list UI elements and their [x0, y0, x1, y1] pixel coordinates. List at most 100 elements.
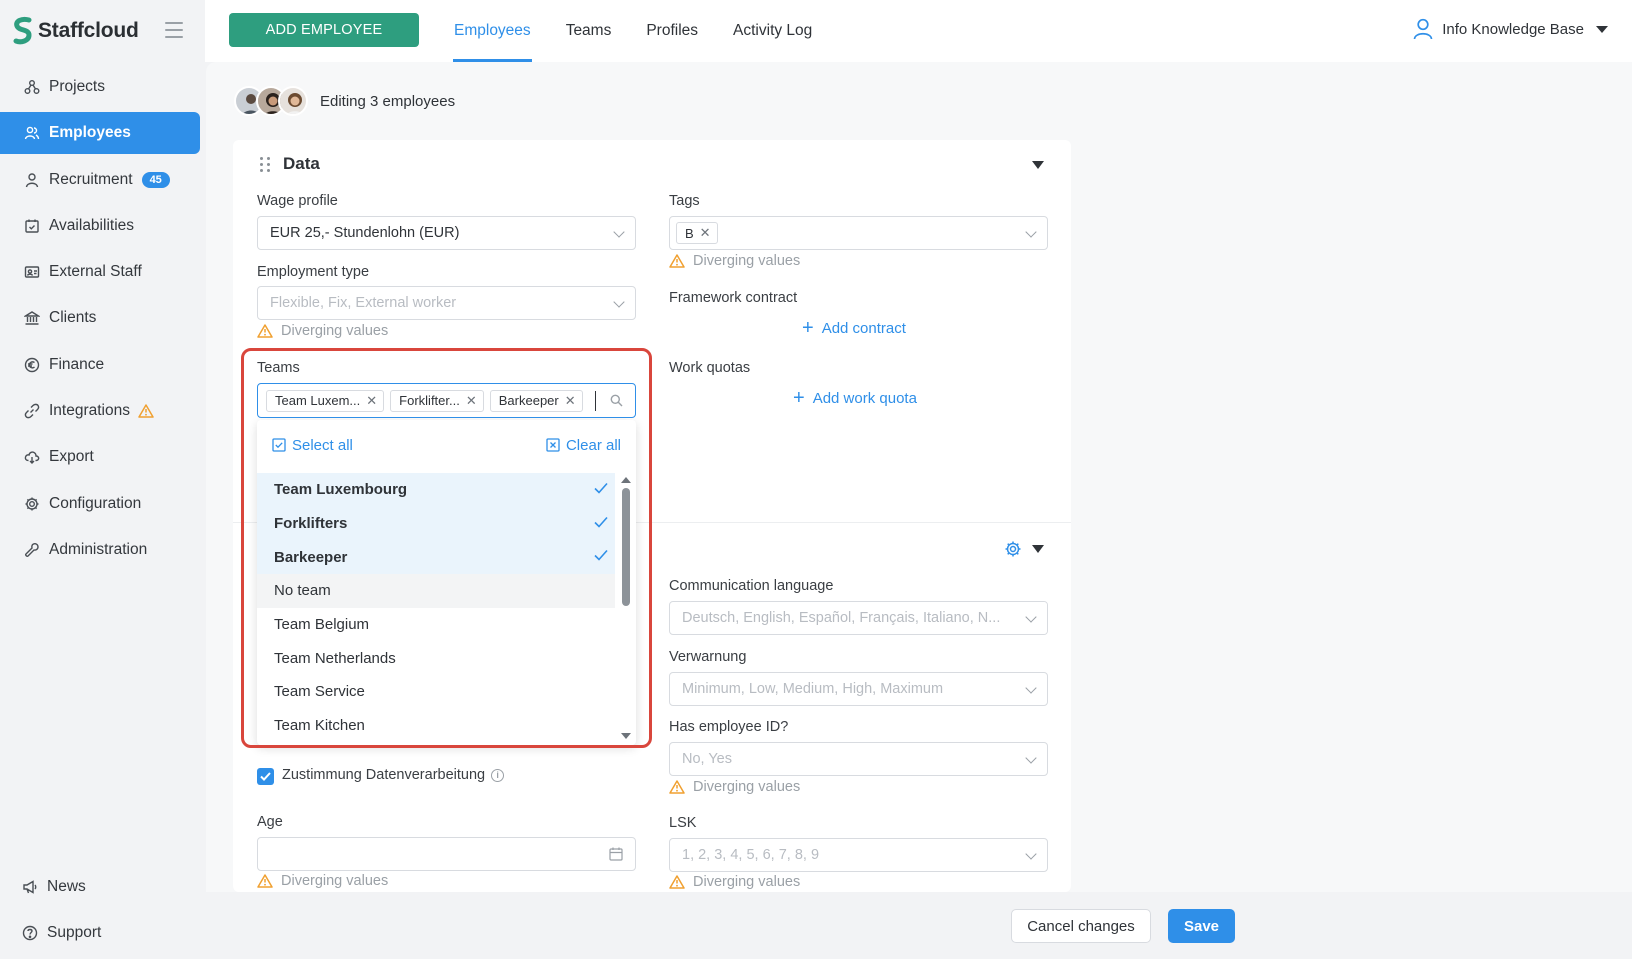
age-date-input[interactable]: [257, 837, 636, 871]
consent-checkbox[interactable]: [257, 768, 274, 785]
tag-chip: B ✕: [676, 222, 718, 244]
team-option-luxembourg[interactable]: Team Luxembourg: [257, 473, 615, 507]
teams-label: Teams: [257, 360, 300, 376]
id-card-icon: [24, 264, 40, 280]
teams-multiselect[interactable]: Team Luxem... ✕ Forklifter... ✕ Barkeeper ✕: [257, 383, 636, 418]
avatar: [278, 86, 308, 116]
employment-type-placeholder: Flexible, Fix, External worker: [270, 295, 457, 311]
tab-profiles[interactable]: Profiles: [645, 0, 699, 62]
team-option-forklifters[interactable]: Forklifters: [257, 506, 615, 541]
sidebar-item-news[interactable]: News: [0, 866, 205, 908]
warning-text: Diverging values: [693, 253, 801, 269]
finance-icon: [24, 357, 40, 373]
collapse-section-icon[interactable]: [1032, 545, 1044, 553]
sidebar-item-clients[interactable]: Clients: [0, 297, 205, 339]
warning-text: Diverging values: [281, 323, 389, 339]
dropdown-scrollbar[interactable]: [615, 473, 636, 745]
sidebar-item-label: Support: [47, 924, 102, 942]
calendar-check-icon: [24, 218, 40, 234]
sidebar-item-label: Configuration: [49, 494, 142, 512]
team-option-netherlands[interactable]: Team Netherlands: [257, 641, 615, 675]
tags-multiselect[interactable]: B ✕: [669, 216, 1048, 250]
sidebar-item-finance[interactable]: Finance: [0, 344, 205, 386]
option-label: Team Luxembourg: [274, 481, 408, 499]
recruitment-count-badge: 45: [141, 171, 170, 188]
section-settings-gear-icon[interactable]: [1004, 540, 1022, 558]
add-employee-button[interactable]: ADD EMPLOYEE: [229, 13, 419, 47]
clear-all-label: Clear all: [565, 436, 621, 454]
tab-employees[interactable]: Employees: [453, 0, 532, 62]
bank-icon: [24, 310, 40, 326]
sidebar-item-label: Export: [49, 448, 94, 466]
add-work-quota-label: Add work quota: [812, 389, 917, 407]
framework-contract-label: Framework contract: [669, 290, 798, 306]
scroll-down-icon[interactable]: [621, 733, 631, 739]
team-option-barkeeper[interactable]: Barkeeper: [257, 540, 615, 575]
option-label: Team Belgium: [274, 616, 370, 634]
remove-chip-icon[interactable]: ✕: [366, 393, 377, 409]
team-option-kitchen[interactable]: Team Kitchen: [257, 709, 615, 743]
chevron-down-icon: [1025, 752, 1037, 764]
wage-profile-select[interactable]: EUR 25,- Stundenlohn (EUR): [257, 216, 636, 250]
tab-activity-log[interactable]: Activity Log: [732, 0, 813, 62]
editing-text: Editing 3 employees: [320, 92, 456, 110]
add-contract-button[interactable]: + Add contract: [802, 318, 906, 338]
sidebar-item-label: Availabilities: [49, 216, 135, 234]
team-option-no-team[interactable]: No team: [257, 574, 615, 608]
scrollbar-thumb[interactable]: [622, 488, 630, 606]
sidebar-item-external-staff[interactable]: External Staff: [0, 251, 205, 293]
info-icon[interactable]: i: [491, 768, 505, 782]
chevron-down-icon: [613, 296, 625, 308]
section-title-data: Data: [260, 154, 320, 174]
cancel-changes-button[interactable]: Cancel changes: [1011, 909, 1151, 943]
sidebar: Staffcloud Projects Employees Recruitmen…: [0, 0, 205, 959]
verwarnung-select[interactable]: Minimum, Low, Medium, High, Maximum: [669, 672, 1048, 706]
plus-icon: +: [802, 317, 814, 339]
team-option-belgium[interactable]: Team Belgium: [257, 608, 615, 642]
sidebar-item-administration[interactable]: Administration: [0, 529, 205, 571]
check-icon: [260, 772, 271, 781]
remove-chip-icon[interactable]: ✕: [466, 393, 477, 409]
sidebar-item-support[interactable]: Support: [0, 912, 205, 954]
save-button[interactable]: Save: [1168, 909, 1235, 943]
communication-language-select[interactable]: Deutsch, English, Español, Français, Ita…: [669, 601, 1048, 635]
sidebar-item-availabilities[interactable]: Availabilities: [0, 205, 205, 247]
option-label: Forklifters: [274, 515, 348, 533]
remove-chip-icon[interactable]: ✕: [700, 225, 711, 241]
drag-handle-icon[interactable]: [260, 157, 272, 172]
gear-icon: [24, 496, 40, 512]
team-chip: Forklifter... ✕: [390, 389, 484, 412]
user-menu[interactable]: Info Knowledge Base: [1413, 18, 1608, 40]
sidebar-item-recruitment[interactable]: Recruitment 45: [0, 159, 205, 201]
sidebar-item-label: News: [47, 878, 86, 895]
sidebar-item-integrations[interactable]: Integrations: [0, 390, 205, 432]
select-all-button[interactable]: Select all: [272, 437, 353, 454]
sidebar-item-configuration[interactable]: Configuration: [0, 483, 205, 525]
has-employee-id-warning: Diverging values: [669, 779, 800, 795]
footer-bar: [206, 892, 1632, 959]
collapse-data-section-icon[interactable]: [1032, 161, 1044, 169]
sidebar-item-export[interactable]: Export: [0, 436, 205, 478]
menu-toggle-icon[interactable]: [165, 22, 183, 38]
scroll-up-icon[interactable]: [621, 477, 631, 483]
warning-text: Diverging values: [281, 873, 389, 889]
lsk-select[interactable]: 1, 2, 3, 4, 5, 6, 7, 8, 9: [669, 838, 1048, 872]
option-label: Team Service: [274, 683, 365, 701]
add-work-quota-button[interactable]: + Add work quota: [793, 388, 917, 408]
recruitment-icon: [24, 172, 40, 188]
team-option-service[interactable]: Team Service: [257, 675, 615, 709]
add-contract-label: Add contract: [821, 319, 906, 337]
staffcloud-logo[interactable]: Staffcloud: [12, 16, 139, 46]
communication-language-label: Communication language: [669, 578, 834, 594]
tab-teams[interactable]: Teams: [565, 0, 613, 62]
employment-type-select[interactable]: Flexible, Fix, External worker: [257, 286, 636, 320]
option-label: Team Kitchen: [274, 717, 365, 735]
chevron-down-icon: [1025, 682, 1037, 694]
sidebar-item-employees[interactable]: Employees: [0, 112, 200, 155]
has-employee-id-select[interactable]: No, Yes: [669, 742, 1048, 776]
sidebar-item-projects[interactable]: Projects: [0, 66, 205, 108]
clear-all-button[interactable]: Clear all: [546, 437, 621, 454]
remove-chip-icon[interactable]: ✕: [565, 393, 576, 409]
sidebar-item-label: Employees: [49, 124, 131, 142]
wage-profile-value: EUR 25,- Stundenlohn (EUR): [270, 225, 460, 241]
